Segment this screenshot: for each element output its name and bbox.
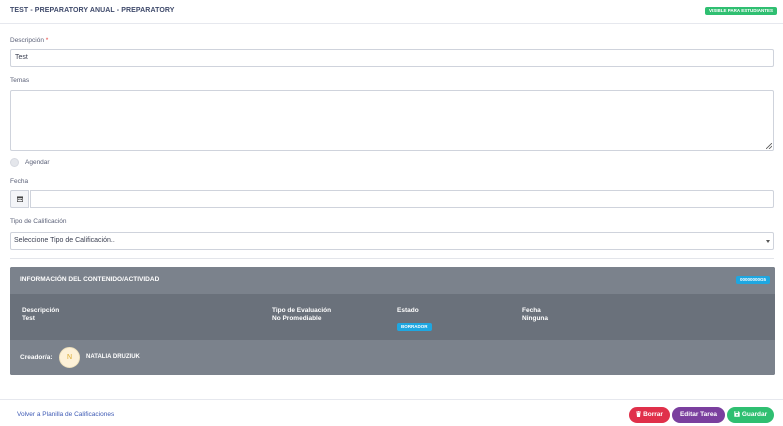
info-col-value: Ninguna xyxy=(522,315,548,322)
page-title: TEST - PREPARATORY ANUAL - PREPARATORY xyxy=(10,7,175,14)
trash-icon xyxy=(636,411,642,417)
save-icon xyxy=(734,411,740,417)
creator-label: Creador/a: xyxy=(20,354,53,361)
agendar-label: Agendar xyxy=(25,159,50,166)
fecha-input[interactable] xyxy=(30,190,774,208)
temas-textarea[interactable] xyxy=(10,90,774,151)
info-col-estado: Estado BORRADOR xyxy=(397,307,432,333)
tipo-calificacion-label: Tipo de Calificación xyxy=(10,218,67,225)
back-to-gradebook-link[interactable]: Volver a Planilla de Calificaciones xyxy=(17,411,114,418)
visibility-badge: VISIBLE PARA ESTUDIANTES xyxy=(704,7,777,15)
calendar-button[interactable] xyxy=(10,190,29,208)
info-card-title: INFORMACIÓN DEL CONTENIDO/ACTIVIDAD xyxy=(20,276,160,283)
info-card-footer: Creador/a: N NATALIA DRUZIUK xyxy=(10,340,775,375)
agendar-checkbox[interactable] xyxy=(10,158,19,167)
section-divider xyxy=(10,258,774,259)
descripcion-label: Descripción * xyxy=(10,37,48,44)
descripcion-value: Test xyxy=(15,54,28,61)
temas-label: Temas xyxy=(10,77,30,84)
info-col-value: No Promediable xyxy=(272,315,322,322)
info-col-value: Test xyxy=(22,315,35,322)
info-col-descripcion: Descripción Test xyxy=(22,307,59,323)
info-col-header: Estado xyxy=(397,307,419,314)
save-button-label: Guardar xyxy=(741,411,768,418)
calendar-icon xyxy=(17,196,23,202)
descripcion-label-text: Descripción xyxy=(10,37,44,44)
edit-task-button-label: Editar Tarea xyxy=(679,411,718,418)
tipo-calificacion-selected: Seleccione Tipo de Calificación.. xyxy=(14,237,115,244)
chevron-down-icon xyxy=(766,240,770,243)
resize-grip-icon[interactable] xyxy=(766,143,772,149)
status-badge: BORRADOR xyxy=(397,323,432,331)
info-col-header: Tipo de Evaluación xyxy=(272,307,332,314)
info-col-header: Fecha xyxy=(522,307,541,314)
footer-divider xyxy=(0,399,783,400)
tipo-calificacion-select[interactable]: Seleccione Tipo de Calificación.. xyxy=(10,232,774,250)
info-col-tipo-evaluacion: Tipo de Evaluación No Promediable xyxy=(272,307,331,323)
info-card-header: INFORMACIÓN DEL CONTENIDO/ACTIVIDAD 0000… xyxy=(10,267,775,294)
edit-task-button[interactable]: Editar Tarea xyxy=(672,407,725,423)
save-button[interactable]: Guardar xyxy=(727,407,774,423)
info-col-header: Descripción xyxy=(22,307,60,314)
delete-button-label: Borrar xyxy=(643,411,663,418)
page-header: TEST - PREPARATORY ANUAL - PREPARATORY V… xyxy=(0,0,783,24)
info-card: INFORMACIÓN DEL CONTENIDO/ACTIVIDAD 0000… xyxy=(10,267,775,375)
info-col-fecha: Fecha Ninguna xyxy=(522,307,548,323)
avatar: N xyxy=(59,347,80,368)
info-card-code-badge: 00000000G5 xyxy=(735,276,770,284)
required-mark: * xyxy=(45,37,49,44)
creator-name: NATALIA DRUZIUK xyxy=(86,354,140,360)
fecha-label: Fecha xyxy=(10,178,29,185)
descripcion-input[interactable]: Test xyxy=(10,49,774,67)
delete-button[interactable]: Borrar xyxy=(629,407,670,423)
info-card-body: Descripción Test Tipo de Evaluación No P… xyxy=(10,294,775,340)
